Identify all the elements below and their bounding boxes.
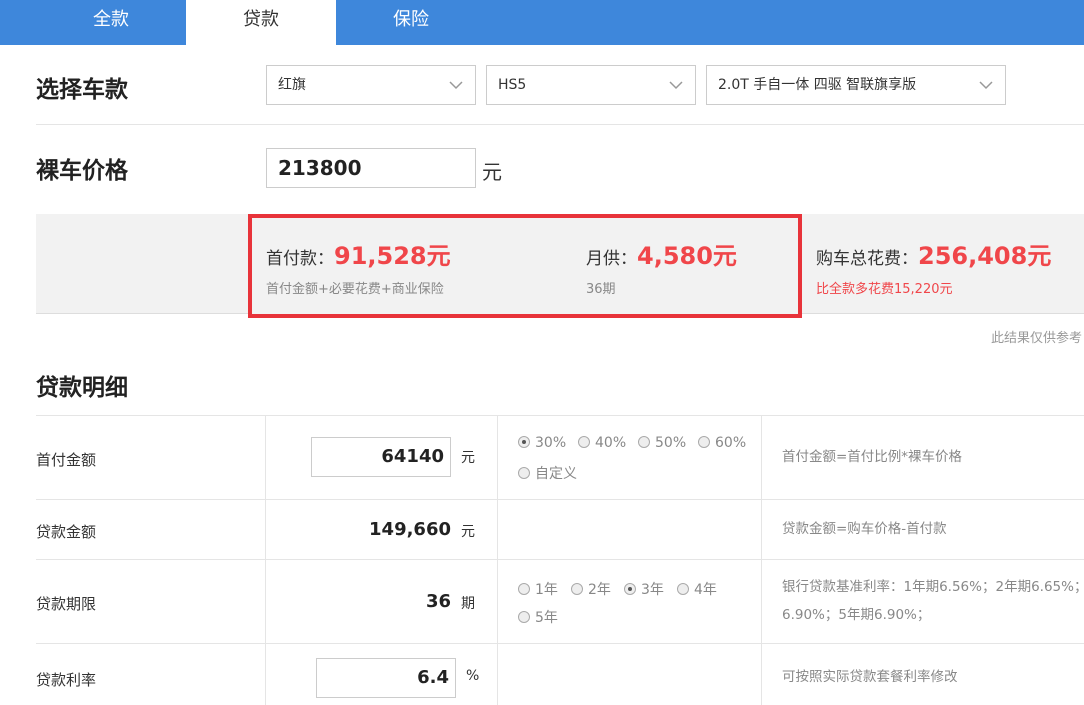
down-payment-input[interactable]: 64140	[311, 437, 451, 477]
down-payment-sub: 首付金额+必要花费+商业保险	[266, 282, 444, 297]
radio-icon	[698, 436, 710, 448]
radio-icon	[518, 611, 530, 623]
radio-icon	[518, 583, 530, 595]
down-payment-unit: 元	[461, 450, 475, 466]
down-ratio-radio-30[interactable]: 30%	[518, 435, 566, 451]
tab-bar: 全款 贷款 保险	[0, 0, 1084, 45]
table-column-divider	[497, 415, 498, 705]
loan-term-value: 36	[425, 591, 451, 612]
loan-amount-unit: 元	[461, 524, 475, 540]
table-row-divider	[36, 415, 1084, 416]
total-cost-label: 购车总花费：	[816, 249, 918, 269]
radio-label: 3年	[641, 582, 664, 598]
model-select-value: HS5	[498, 77, 527, 93]
divider	[36, 124, 1084, 125]
interest-rate-input[interactable]: 6.4	[316, 658, 456, 698]
table-row-divider	[36, 643, 1084, 644]
tab-loan[interactable]: 贷款	[186, 0, 336, 45]
monthly-payment-label: 月供：	[586, 249, 637, 269]
down-ratio-radio-custom[interactable]: 自定义	[518, 463, 577, 483]
radio-label: 50%	[655, 435, 687, 451]
down-payment-hint: 首付金额=首付比例*裸车价格	[782, 449, 963, 465]
radio-icon	[638, 436, 650, 448]
down-payment-summary: 首付款：91,528元	[266, 236, 451, 271]
radio-label: 60%	[715, 435, 747, 451]
price-title: 裸车价格	[36, 158, 128, 184]
trim-select[interactable]: 2.0T 手自一体 四驱 智联旗享版	[706, 65, 1006, 105]
loan-term-row-label: 贷款期限	[36, 595, 97, 613]
down-payment-row-label: 首付金额	[36, 451, 97, 469]
loan-term-radio-1y[interactable]: 1年	[518, 579, 558, 599]
radio-icon	[677, 583, 689, 595]
brand-select[interactable]: 红旗	[266, 65, 476, 105]
down-ratio-radio-40[interactable]: 40%	[578, 435, 626, 451]
radio-checked-icon	[624, 583, 636, 595]
monthly-payment-value: 4,580元	[637, 242, 737, 270]
table-row-divider	[36, 559, 1084, 560]
tab-insurance[interactable]: 保险	[336, 0, 486, 45]
interest-rate-unit: %	[466, 668, 480, 684]
table-row-divider	[36, 499, 1084, 500]
table-column-divider	[265, 415, 266, 705]
loan-details-title: 贷款明细	[36, 375, 128, 401]
loan-term-radio-5y[interactable]: 5年	[518, 607, 558, 627]
bare-car-price-input[interactable]: 213800	[266, 148, 476, 188]
monthly-payment-summary: 月供：4,580元	[586, 236, 737, 271]
total-cost-summary: 购车总花费：256,408元	[816, 236, 1051, 271]
price-unit: 元	[482, 160, 502, 184]
down-ratio-radio-50[interactable]: 50%	[638, 435, 686, 451]
loan-term-hint-line1: 银行贷款基准利率：1年期6.56%；2年期6.65%；	[782, 579, 1084, 595]
tab-full-payment[interactable]: 全款	[36, 0, 186, 45]
extra-cost-sub: 比全款多花费15,220元	[816, 282, 953, 297]
interest-rate-hint: 可按照实际贷款套餐利率修改	[782, 669, 958, 685]
down-ratio-radio-60[interactable]: 60%	[698, 435, 746, 451]
chevron-down-icon	[979, 81, 993, 90]
monthly-term-sub: 36期	[586, 282, 616, 297]
total-cost-value: 256,408元	[918, 242, 1052, 270]
radio-label: 2年	[588, 582, 611, 598]
radio-label: 1年	[535, 582, 558, 598]
interest-rate-row-label: 贷款利率	[36, 671, 97, 689]
loan-amount-value: 149,660	[369, 519, 451, 540]
radio-icon	[578, 436, 590, 448]
brand-select-value: 红旗	[278, 77, 306, 93]
radio-label: 自定义	[535, 466, 577, 482]
model-select[interactable]: HS5	[486, 65, 696, 105]
loan-term-unit: 期	[461, 596, 475, 612]
radio-label: 4年	[694, 582, 717, 598]
down-payment-label: 首付款：	[266, 249, 334, 269]
chevron-down-icon	[669, 81, 683, 90]
radio-icon	[571, 583, 583, 595]
trim-select-value: 2.0T 手自一体 四驱 智联旗享版	[718, 77, 917, 93]
radio-label: 30%	[535, 435, 567, 451]
loan-term-radio-2y[interactable]: 2年	[571, 579, 611, 599]
loan-amount-row-label: 贷款金额	[36, 523, 97, 541]
loan-term-radio-3y[interactable]: 3年	[624, 579, 664, 599]
chevron-down-icon	[449, 81, 463, 90]
radio-checked-icon	[518, 436, 530, 448]
table-column-divider	[761, 415, 762, 705]
down-payment-value: 91,528元	[334, 242, 451, 270]
radio-label: 5年	[535, 610, 558, 626]
radio-label: 40%	[595, 435, 627, 451]
radio-icon	[518, 467, 530, 479]
loan-term-radio-4y[interactable]: 4年	[677, 579, 717, 599]
select-car-title: 选择车款	[36, 77, 128, 103]
disclaimer-text: 此结果仅供参考	[990, 331, 1082, 346]
loan-amount-hint: 贷款金额=购车价格-首付款	[782, 521, 947, 537]
loan-term-hint-line2: 6.90%；5年期6.90%；	[782, 607, 931, 623]
